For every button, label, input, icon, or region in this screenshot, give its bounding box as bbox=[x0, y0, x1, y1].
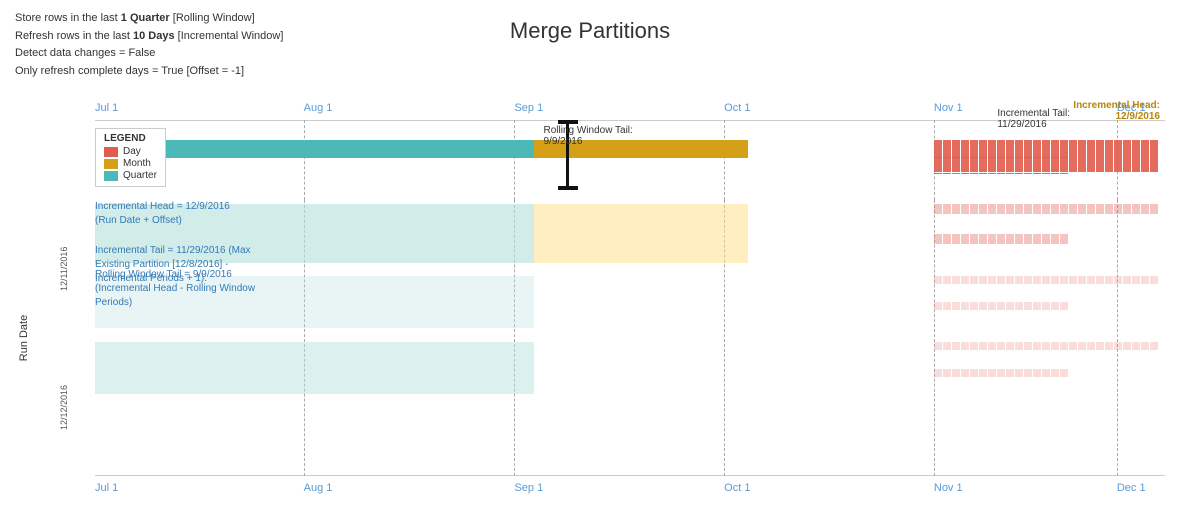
legend-color-quarter bbox=[104, 171, 118, 181]
rundate-label-2: 12/12/2016 bbox=[33, 338, 95, 476]
rd2-quarter bbox=[95, 342, 534, 394]
rundate-label-text: Run Date bbox=[18, 315, 30, 361]
annotation-rolling-tail: Rolling Window Tail:9/9/2016 bbox=[544, 125, 633, 147]
legend-label-day: Day bbox=[123, 146, 141, 157]
legend: LEGEND Day Month Quarter bbox=[95, 128, 166, 187]
axis-label-jul: Jul 1 bbox=[95, 102, 118, 114]
legend-day: Day bbox=[104, 146, 157, 157]
axis-bottom-sep: Sep 1 bbox=[514, 482, 543, 494]
info-line3: Detect data changes = False bbox=[15, 45, 283, 63]
axis-label-sep: Sep 1 bbox=[514, 102, 543, 114]
ibeam-sep-top-cap bbox=[558, 120, 578, 124]
axis-label-aug: Aug 1 bbox=[304, 102, 333, 114]
legend-quarter: Quarter bbox=[104, 170, 157, 181]
axis-bottom-jul: Jul 1 bbox=[95, 482, 118, 494]
rd1-days2 bbox=[934, 276, 1165, 328]
rundate-section: Run Date 12/11/2016 bbox=[15, 200, 1165, 476]
axis-bottom-oct: Oct 1 bbox=[724, 482, 750, 494]
rundate-vertical-label: Run Date bbox=[15, 200, 33, 476]
page-title: Merge Partitions bbox=[0, 18, 1180, 44]
day-boxes-top2 bbox=[934, 156, 1165, 174]
annotation-inc-head-desc: Incremental Head = 12/9/2016(Run Date + … bbox=[95, 200, 325, 228]
annotation-inc-head-top: Incremental Head:12/9/2016 bbox=[1073, 100, 1160, 122]
legend-color-month bbox=[104, 159, 118, 169]
rundate-label-1: 12/11/2016 bbox=[33, 200, 95, 338]
axis-bottom-dec: Dec 1 bbox=[1117, 482, 1146, 494]
axis-bottom-aug: Aug 1 bbox=[304, 482, 333, 494]
legend-label-month: Month bbox=[123, 158, 151, 169]
annotation-inc-tail-top: Incremental Tail:11/29/2016 bbox=[997, 108, 1070, 130]
legend-month: Month bbox=[104, 158, 157, 169]
ibeam-sep-bot-cap bbox=[558, 186, 578, 190]
legend-color-day bbox=[104, 147, 118, 157]
rd2-days bbox=[934, 342, 1165, 394]
legend-label-quarter: Quarter bbox=[123, 170, 157, 181]
axis-label-oct: Oct 1 bbox=[724, 102, 750, 114]
main-container: Store rows in the last 1 Quarter [Rollin… bbox=[0, 0, 1180, 506]
info-line4: Only refresh complete days = True [Offse… bbox=[15, 63, 283, 81]
axis-bottom-labels: Jul 1 Aug 1 Sep 1 Oct 1 Nov 1 Dec 1 bbox=[95, 474, 1165, 494]
chart-area: Jul 1 Aug 1 Sep 1 Oct 1 Nov 1 Dec 1 LEGE… bbox=[15, 100, 1165, 496]
legend-title: LEGEND bbox=[104, 133, 157, 144]
bars-row2 bbox=[95, 156, 1165, 174]
rundate-bars-2 bbox=[95, 342, 1165, 472]
rd1-days bbox=[934, 204, 1165, 263]
axis-bottom-nov: Nov 1 bbox=[934, 482, 963, 494]
rd1-month bbox=[534, 204, 748, 263]
annotation-rolling-desc: Rolling Window Tail = 9/9/2016(Increment… bbox=[95, 268, 325, 310]
rundate-row-2: 12/12/2016 bbox=[33, 338, 1165, 476]
axis-label-nov: Nov 1 bbox=[934, 102, 963, 114]
